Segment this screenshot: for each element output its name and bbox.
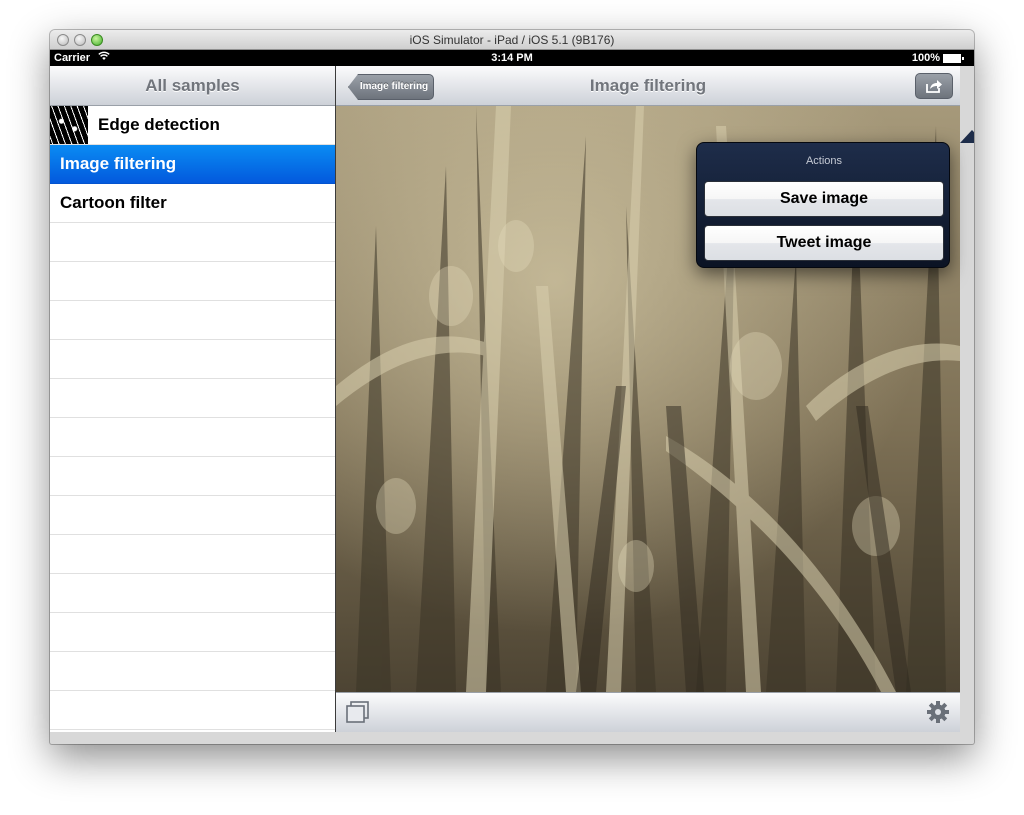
popover-title: Actions	[805, 155, 843, 167]
settings-button[interactable]	[926, 700, 950, 729]
list-item-cartoon-filter[interactable]: Cartoon filter	[50, 184, 335, 223]
master-navbar: All samples	[50, 66, 335, 106]
empty-row	[50, 613, 335, 652]
empty-row	[50, 262, 335, 301]
detail-toolbar	[336, 692, 960, 732]
empty-row	[50, 691, 335, 730]
photos-icon	[346, 701, 369, 723]
gear-icon	[927, 701, 949, 723]
empty-row	[50, 340, 335, 379]
save-image-button[interactable]: Save image	[704, 181, 944, 217]
empty-row	[50, 418, 335, 457]
empty-row	[50, 379, 335, 418]
zoom-window-button[interactable]	[91, 34, 103, 46]
simulator-window: iOS Simulator - iPad / iOS 5.1 (9B176) C…	[50, 30, 974, 744]
empty-row	[50, 301, 335, 340]
empty-row	[50, 496, 335, 535]
status-time: 3:14 PM	[491, 52, 533, 64]
master-pane: All samples Edge detection Image filteri…	[50, 66, 335, 732]
share-action-button[interactable]	[915, 73, 953, 99]
empty-row	[50, 652, 335, 691]
back-button[interactable]: Image filtering	[348, 74, 434, 100]
list-item-label: Image filtering	[60, 154, 177, 173]
detail-navbar: Image filtering Image filtering	[336, 66, 960, 106]
popover-arrow	[960, 130, 974, 143]
actions-popover: Actions Save image Tweet image	[696, 142, 950, 268]
edge-detection-thumbnail	[50, 106, 88, 144]
window-titlebar: iOS Simulator - iPad / iOS 5.1 (9B176)	[50, 30, 974, 50]
battery-percent: 100%	[911, 52, 940, 64]
list-item-image-filtering[interactable]: Image filtering	[50, 145, 335, 184]
close-window-button[interactable]	[57, 34, 69, 46]
battery-icon	[943, 54, 964, 63]
empty-row	[50, 457, 335, 496]
list-item-label: Cartoon filter	[60, 193, 167, 212]
empty-row	[50, 574, 335, 613]
minimize-window-button[interactable]	[74, 34, 86, 46]
master-title: All samples	[145, 76, 240, 95]
tweet-image-button[interactable]: Tweet image	[704, 225, 944, 261]
samples-list: Edge detection Image filtering Cartoon f…	[50, 106, 335, 730]
window-title: iOS Simulator - iPad / iOS 5.1 (9B176)	[409, 33, 615, 47]
empty-row	[50, 535, 335, 574]
gallery-button[interactable]	[346, 701, 370, 728]
share-icon	[924, 80, 944, 98]
ios-status-bar: Carrier 3:14 PM 100%	[50, 50, 974, 66]
empty-row	[50, 223, 335, 262]
list-item-edge-detection[interactable]: Edge detection	[50, 106, 335, 145]
